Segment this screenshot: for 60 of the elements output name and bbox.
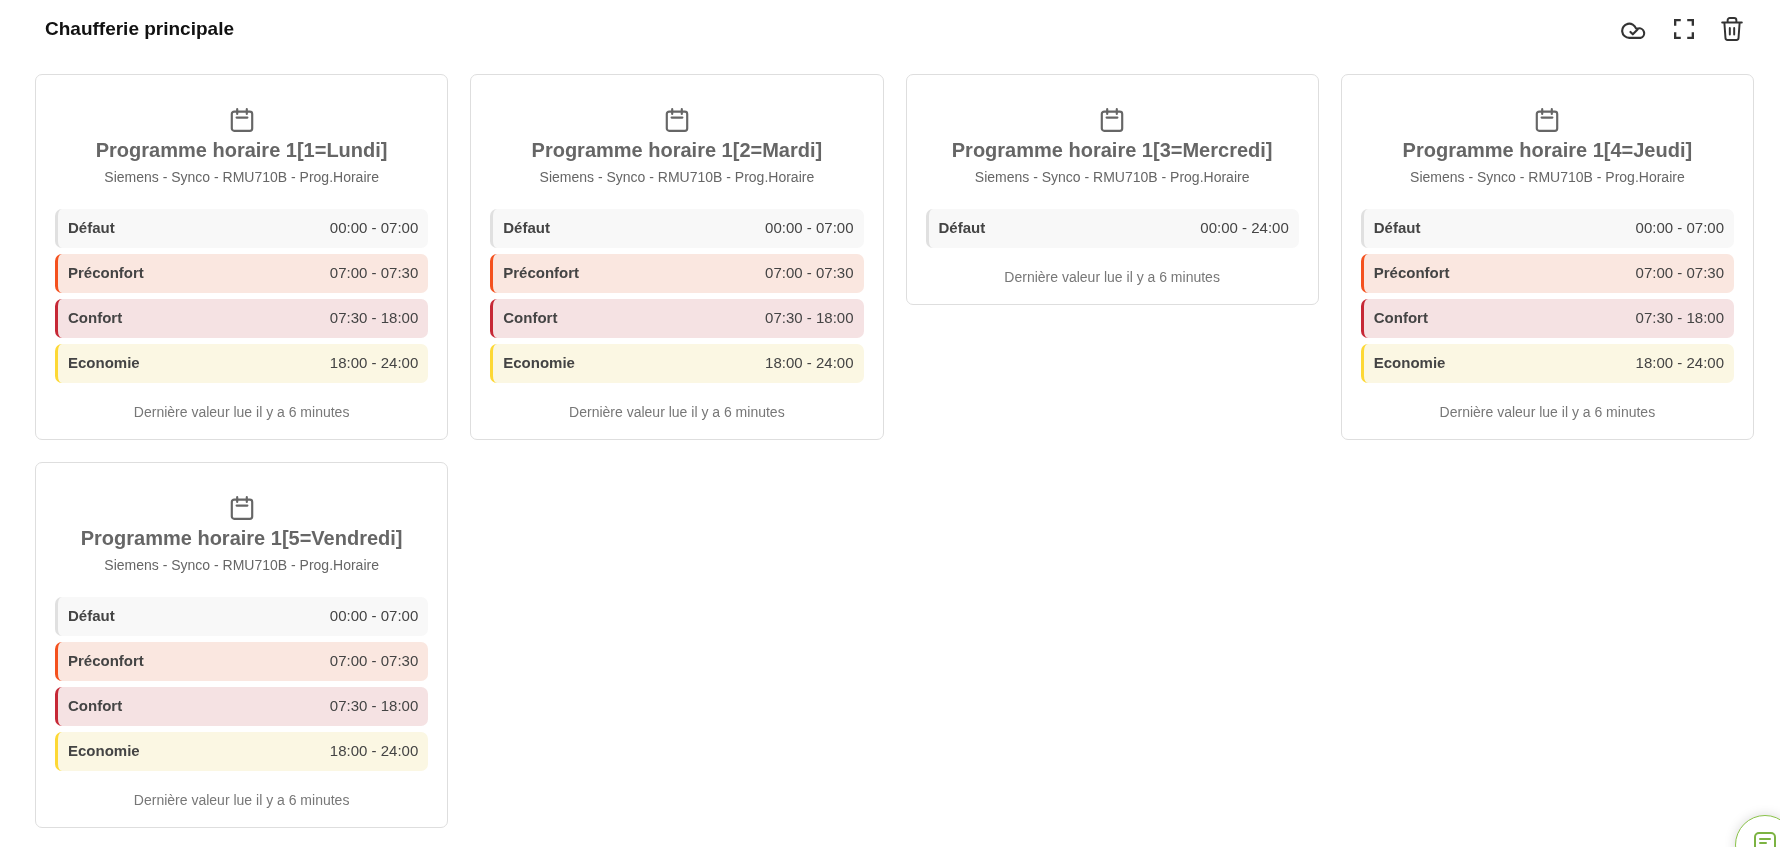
period-time-range: 07:00 - 07:30 bbox=[765, 263, 854, 284]
last-read-note: Dernière valeur lue il y a 6 minutes bbox=[1439, 403, 1656, 422]
card-subtitle: Siemens - Synco - RMU710B - Prog.Horaire bbox=[104, 556, 379, 575]
period-label: Confort bbox=[68, 696, 123, 717]
page-title: Chaufferie principale bbox=[45, 16, 234, 41]
period-label: Economie bbox=[1373, 353, 1446, 374]
period-label: Défaut bbox=[1373, 218, 1421, 239]
period-label: Préconfort bbox=[1373, 263, 1450, 284]
period-label: Défaut bbox=[68, 218, 115, 239]
last-read-note: Dernière valeur lue il y a 6 minutes bbox=[569, 403, 785, 422]
period-label: Préconfort bbox=[503, 263, 580, 284]
last-read-note: Dernière valeur lue il y a 6 minutes bbox=[1004, 268, 1220, 287]
period-time-range: 07:00 - 07:30 bbox=[329, 263, 419, 284]
period-time-range: 18:00 - 24:00 bbox=[1635, 353, 1724, 374]
calendar-icon bbox=[1535, 108, 1560, 132]
period-time-range: 07:30 - 18:00 bbox=[329, 308, 419, 329]
card-title: Programme horaire 1[3=Mercredi] bbox=[951, 138, 1273, 163]
card-title: Programme horaire 1[4=Jeudi] bbox=[1402, 138, 1693, 163]
period-time-range: 18:00 - 24:00 bbox=[765, 353, 854, 374]
card-title: Programme horaire 1[2=Mardi] bbox=[531, 138, 823, 163]
card-subtitle: Siemens - Synco - RMU710B - Prog.Horaire bbox=[104, 168, 379, 187]
calendar-icon bbox=[229, 108, 254, 132]
period-time-range: 00:00 - 07:00 bbox=[1635, 218, 1724, 239]
card-title: Programme horaire 1[1=Lundi] bbox=[95, 138, 388, 163]
last-read-note: Dernière valeur lue il y a 6 minutes bbox=[133, 403, 350, 422]
period-time-range: 18:00 - 24:00 bbox=[329, 741, 419, 762]
calendar-icon bbox=[664, 108, 689, 132]
period-time-range: 00:00 - 07:00 bbox=[765, 218, 854, 239]
card-subtitle: Siemens - Synco - RMU710B - Prog.Horaire bbox=[539, 168, 815, 187]
period-label: Economie bbox=[68, 741, 140, 762]
period-label: Confort bbox=[503, 308, 558, 329]
period-label: Confort bbox=[1373, 308, 1428, 329]
period-label: Confort bbox=[68, 308, 123, 329]
period-time-range: 07:30 - 18:00 bbox=[1635, 308, 1724, 329]
period-time-range: 07:00 - 07:30 bbox=[1635, 263, 1724, 284]
period-time-range: 00:00 - 24:00 bbox=[1200, 218, 1289, 239]
period-label: Défaut bbox=[503, 218, 550, 239]
period-time-range: 07:30 - 18:00 bbox=[329, 696, 419, 717]
period-time-range: 00:00 - 07:00 bbox=[329, 218, 419, 239]
period-time-range: 18:00 - 24:00 bbox=[329, 353, 419, 374]
card-subtitle: Siemens - Synco - RMU710B - Prog.Horaire bbox=[1410, 168, 1685, 187]
calendar-icon bbox=[229, 496, 254, 520]
delete-button[interactable] bbox=[1720, 16, 1744, 42]
period-label: Economie bbox=[68, 353, 140, 374]
period-time-range: 07:30 - 18:00 bbox=[765, 308, 854, 329]
trash-icon bbox=[1721, 17, 1743, 41]
fullscreen-button[interactable] bbox=[1672, 17, 1696, 41]
note-icon bbox=[1754, 832, 1776, 847]
period-label: Préconfort bbox=[68, 651, 144, 672]
period-time-range: 07:00 - 07:30 bbox=[329, 651, 419, 672]
card-subtitle: Siemens - Synco - RMU710B - Prog.Horaire bbox=[974, 168, 1250, 187]
period-label: Défaut bbox=[938, 218, 986, 239]
period-label: Défaut bbox=[68, 606, 115, 627]
calendar-icon bbox=[1100, 108, 1125, 132]
fullscreen-icon bbox=[1674, 19, 1694, 39]
period-label: Préconfort bbox=[68, 263, 144, 284]
last-read-note: Dernière valeur lue il y a 6 minutes bbox=[133, 791, 350, 810]
period-label: Economie bbox=[503, 353, 575, 374]
period-time-range: 00:00 - 07:00 bbox=[329, 606, 419, 627]
card-title: Programme horaire 1[5=Vendredi] bbox=[80, 526, 403, 551]
